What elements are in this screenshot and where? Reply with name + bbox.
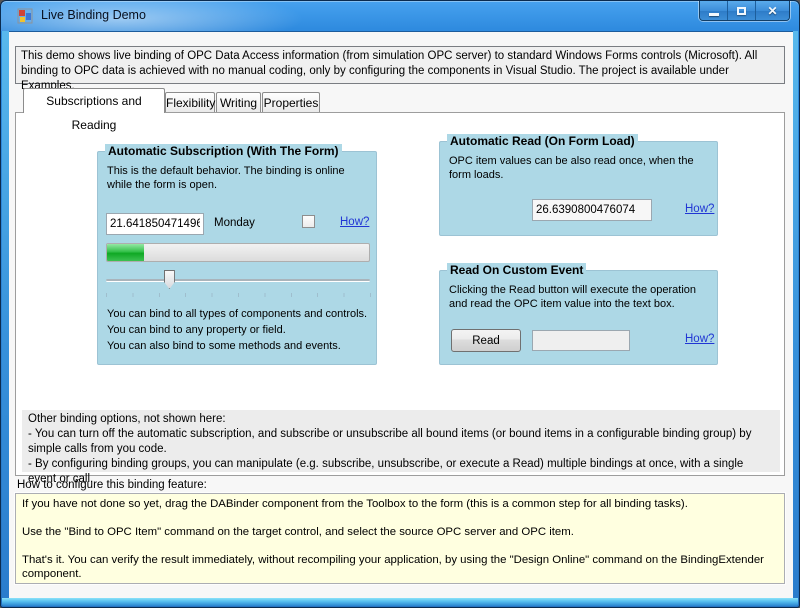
progress-fill [107, 244, 144, 261]
day-label: Monday [214, 217, 255, 229]
other-options-line: - By configuring binding groups, you can… [28, 457, 774, 487]
how-link-auto-read[interactable]: How? [685, 203, 714, 215]
binding-note: You can bind to all types of components … [107, 308, 367, 320]
bound-progress-bar [106, 243, 370, 262]
other-options-line: - You can turn off the automatic subscri… [28, 427, 774, 457]
howto-instructions: If you have not done so yet, drag the DA… [15, 493, 785, 584]
binding-note: You can also bind to some methods and ev… [107, 340, 341, 352]
other-options-line: Other binding options, not shown here: [28, 412, 774, 427]
group-description: Clicking the Read button will execute th… [449, 283, 712, 311]
bound-checkbox[interactable] [302, 215, 315, 228]
app-window: Live Binding Demo ✕ This demo shows live… [0, 0, 800, 608]
tab-properties[interactable]: Properties [262, 92, 320, 113]
window-controls: ✕ [699, 1, 790, 21]
group-automatic-subscription: Automatic Subscription (With The Form) T… [97, 151, 377, 365]
slider-track[interactable] [106, 279, 370, 282]
close-button[interactable]: ✕ [756, 1, 789, 21]
custom-read-value-input[interactable] [532, 330, 630, 351]
slider-ticks [106, 293, 372, 297]
window-title: Live Binding Demo [41, 8, 146, 22]
window-border-left [2, 31, 9, 600]
binding-note: You can bind to any property or field. [107, 324, 286, 336]
maximize-icon [737, 7, 746, 15]
slider-thumb[interactable] [164, 270, 175, 289]
group-description: OPC item values can be also read once, w… [449, 154, 710, 182]
maximize-button[interactable] [728, 1, 756, 21]
group-read-custom-event: Read On Custom Event Clicking the Read b… [439, 270, 718, 365]
tab-flexibility[interactable]: Flexibility [165, 92, 215, 113]
read-button[interactable]: Read [451, 329, 521, 352]
tab-subscriptions-and-reading[interactable]: Subscriptions and Reading [23, 88, 165, 113]
other-binding-options: Other binding options, not shown here: -… [22, 410, 780, 472]
demo-description: This demo shows live binding of OPC Data… [15, 46, 785, 84]
howto-paragraph: If you have not done so yet, drag the DA… [22, 497, 778, 511]
app-icon [17, 8, 33, 24]
tabpage-subscriptions: Automatic Subscription (With The Form) T… [15, 112, 785, 476]
close-icon: ✕ [767, 5, 777, 17]
minimize-button[interactable] [700, 1, 728, 21]
read-once-value-input[interactable] [532, 199, 652, 221]
group-title: Automatic Subscription (With The Form) [105, 144, 342, 158]
group-automatic-read: Automatic Read (On Form Load) OPC item v… [439, 141, 718, 236]
group-title: Read On Custom Event [447, 263, 586, 277]
tab-writing[interactable]: Writing [216, 92, 261, 113]
bound-value-input[interactable] [106, 213, 204, 235]
minimize-icon [709, 13, 719, 16]
howto-paragraph: That's it. You can verify the result imm… [22, 553, 778, 581]
form-client-area: This demo shows live binding of OPC Data… [9, 31, 793, 600]
group-title: Automatic Read (On Form Load) [447, 134, 638, 148]
how-link-custom-read[interactable]: How? [685, 333, 714, 345]
how-link-subscription[interactable]: How? [340, 216, 369, 228]
howto-paragraph: Use the "Bind to OPC Item" command on th… [22, 525, 778, 539]
title-bar[interactable]: Live Binding Demo ✕ [1, 1, 799, 31]
window-border-bottom [2, 598, 798, 606]
group-description: This is the default behavior. The bindin… [107, 164, 369, 192]
